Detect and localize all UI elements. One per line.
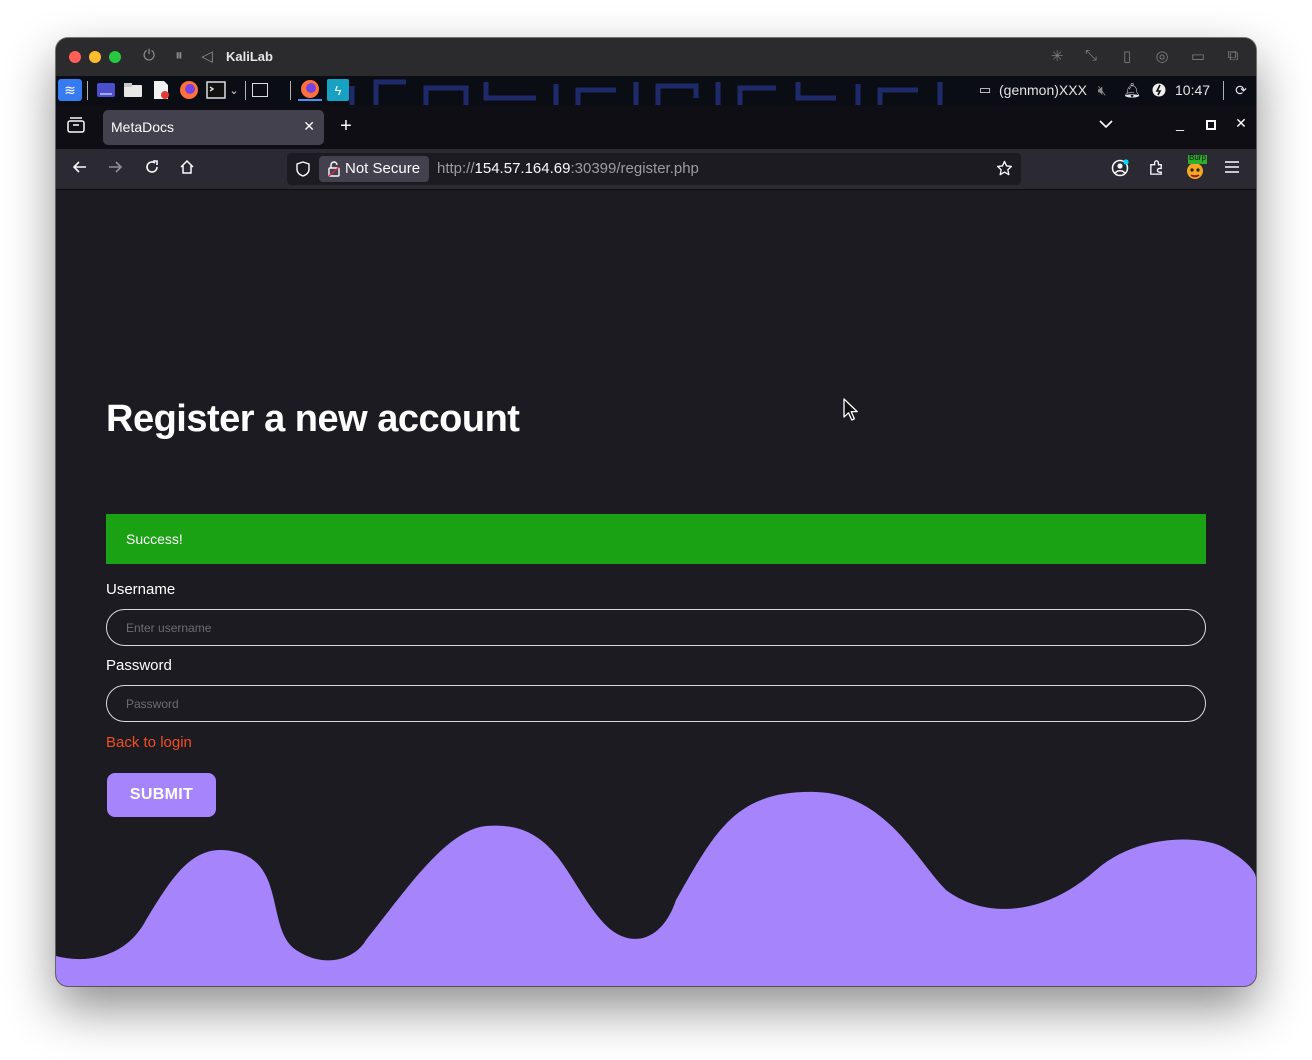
notification-bell-icon[interactable]: 🔔︎ xyxy=(1122,79,1142,101)
home-button[interactable] xyxy=(177,159,197,179)
url-text[interactable]: http://154.57.164.69:30399/register.php xyxy=(437,160,699,177)
back-to-login-link[interactable]: Back to login xyxy=(106,734,192,751)
file-manager-icon[interactable] xyxy=(122,79,144,101)
not-secure-label: Not Secure xyxy=(345,160,421,177)
tab-metadocs[interactable]: MetaDocs ✕ xyxy=(103,110,324,145)
burp-badge-label: Burp xyxy=(1189,153,1206,162)
shared-folder-icon[interactable]: ▭ xyxy=(1188,47,1208,65)
panel-background-graphic xyxy=(349,79,943,105)
page-title: Register a new account xyxy=(106,398,520,440)
panel-clock: 10:47 xyxy=(1175,82,1211,98)
account-icon[interactable] xyxy=(1110,159,1130,179)
tab-bar: MetaDocs ✕ + _ ✕ xyxy=(56,105,1256,149)
password-input[interactable] xyxy=(106,685,1206,722)
reload-button[interactable] xyxy=(142,159,162,179)
power-manager-icon[interactable] xyxy=(1150,79,1168,101)
panel-separator xyxy=(87,81,88,100)
decorative-wave xyxy=(56,791,1256,986)
tracking-protection-shield-icon[interactable] xyxy=(296,161,310,182)
new-tab-icon[interactable]: + xyxy=(335,115,357,138)
brightness-icon[interactable]: ✳ xyxy=(1047,47,1067,65)
genmon-label: (genmon)XXX xyxy=(999,82,1087,98)
back-icon[interactable]: ◁ xyxy=(197,47,217,65)
refresh-session-icon[interactable]: ⟳ xyxy=(1231,79,1251,101)
kali-panel: ≋ ⌄ ϟ ▭ (genmon)XXX 🔇︎ 🔔︎ 10:47 ⟳ xyxy=(56,76,1256,105)
panel-separator xyxy=(1223,81,1224,100)
alert-text: Success! xyxy=(126,531,183,547)
list-tabs-chevron-icon[interactable] xyxy=(1095,116,1117,134)
chevron-down-icon[interactable]: ⌄ xyxy=(228,79,240,101)
window-maximize-icon[interactable] xyxy=(1201,117,1221,135)
vm-window: ⏻ ⏸ ◁ KaliLab ✳ ⤡ ▯ ◎ ▭ ⧉ ≋ ⌄ ϟ ▭ (genmo… xyxy=(56,38,1256,986)
minimize-window-button[interactable] xyxy=(89,51,101,63)
usb-icon[interactable]: ▯ xyxy=(1117,47,1137,65)
pause-icon[interactable]: ⏸ xyxy=(169,47,189,64)
tab-overview-icon[interactable] xyxy=(65,117,87,138)
window-minimize-icon[interactable]: _ xyxy=(1170,115,1190,131)
monitor-icon: ▭ xyxy=(978,82,992,97)
terminal-icon[interactable] xyxy=(205,79,227,101)
hamburger-menu-icon[interactable] xyxy=(1222,159,1242,179)
firefox-taskbar-icon[interactable] xyxy=(298,79,322,101)
url-path: :30399/register.php xyxy=(570,160,699,177)
maximize-window-button[interactable] xyxy=(109,51,121,63)
panel-separator xyxy=(290,81,291,100)
vm-title: KaliLab xyxy=(226,49,273,64)
unlocked-padlock-icon xyxy=(328,161,340,177)
windows-icon[interactable]: ⧉ xyxy=(1223,47,1243,64)
password-label: Password xyxy=(106,657,172,674)
close-window-button[interactable] xyxy=(69,51,81,63)
volume-muted-icon[interactable]: 🔇︎ xyxy=(1092,79,1112,101)
workspace-icon[interactable] xyxy=(251,79,269,101)
mouse-cursor-icon xyxy=(843,398,858,421)
window-close-icon[interactable]: ✕ xyxy=(1231,115,1251,132)
tab-title: MetaDocs xyxy=(111,119,175,135)
burp-taskbar-icon[interactable]: ϟ xyxy=(327,79,349,101)
power-icon[interactable]: ⏻ xyxy=(139,47,159,64)
url-bar[interactable]: Not Secure http://154.57.164.69:30399/re… xyxy=(287,153,1021,185)
url-host: 154.57.164.69 xyxy=(474,160,571,177)
extensions-icon[interactable] xyxy=(1146,159,1166,179)
forward-button[interactable] xyxy=(105,159,125,179)
success-alert: Success! xyxy=(106,514,1206,564)
desktop-icon[interactable] xyxy=(95,79,117,101)
username-label: Username xyxy=(106,581,176,598)
vm-titlebar: ⏻ ⏸ ◁ KaliLab ✳ ⤡ ▯ ◎ ▭ ⧉ xyxy=(56,38,1256,76)
firefox-launcher-icon[interactable] xyxy=(178,79,200,101)
back-button[interactable] xyxy=(70,159,90,179)
close-tab-icon[interactable]: ✕ xyxy=(303,118,315,135)
panel-separator xyxy=(245,81,246,100)
burp-extension-icon[interactable]: Burp xyxy=(1183,153,1207,182)
username-input[interactable] xyxy=(106,609,1206,646)
not-secure-badge[interactable]: Not Secure xyxy=(319,156,430,182)
network-icon[interactable]: ◎ xyxy=(1152,47,1172,65)
page-content: Register a new account Success! Username… xyxy=(56,190,1256,986)
navigation-bar: Not Secure http://154.57.164.69:30399/re… xyxy=(56,149,1256,190)
resize-icon[interactable]: ⤡ xyxy=(1081,47,1101,64)
text-editor-icon[interactable] xyxy=(151,79,171,101)
url-scheme: http:// xyxy=(437,160,475,177)
bookmark-star-icon[interactable] xyxy=(996,160,1013,182)
kali-menu-icon[interactable]: ≋ xyxy=(58,79,82,101)
